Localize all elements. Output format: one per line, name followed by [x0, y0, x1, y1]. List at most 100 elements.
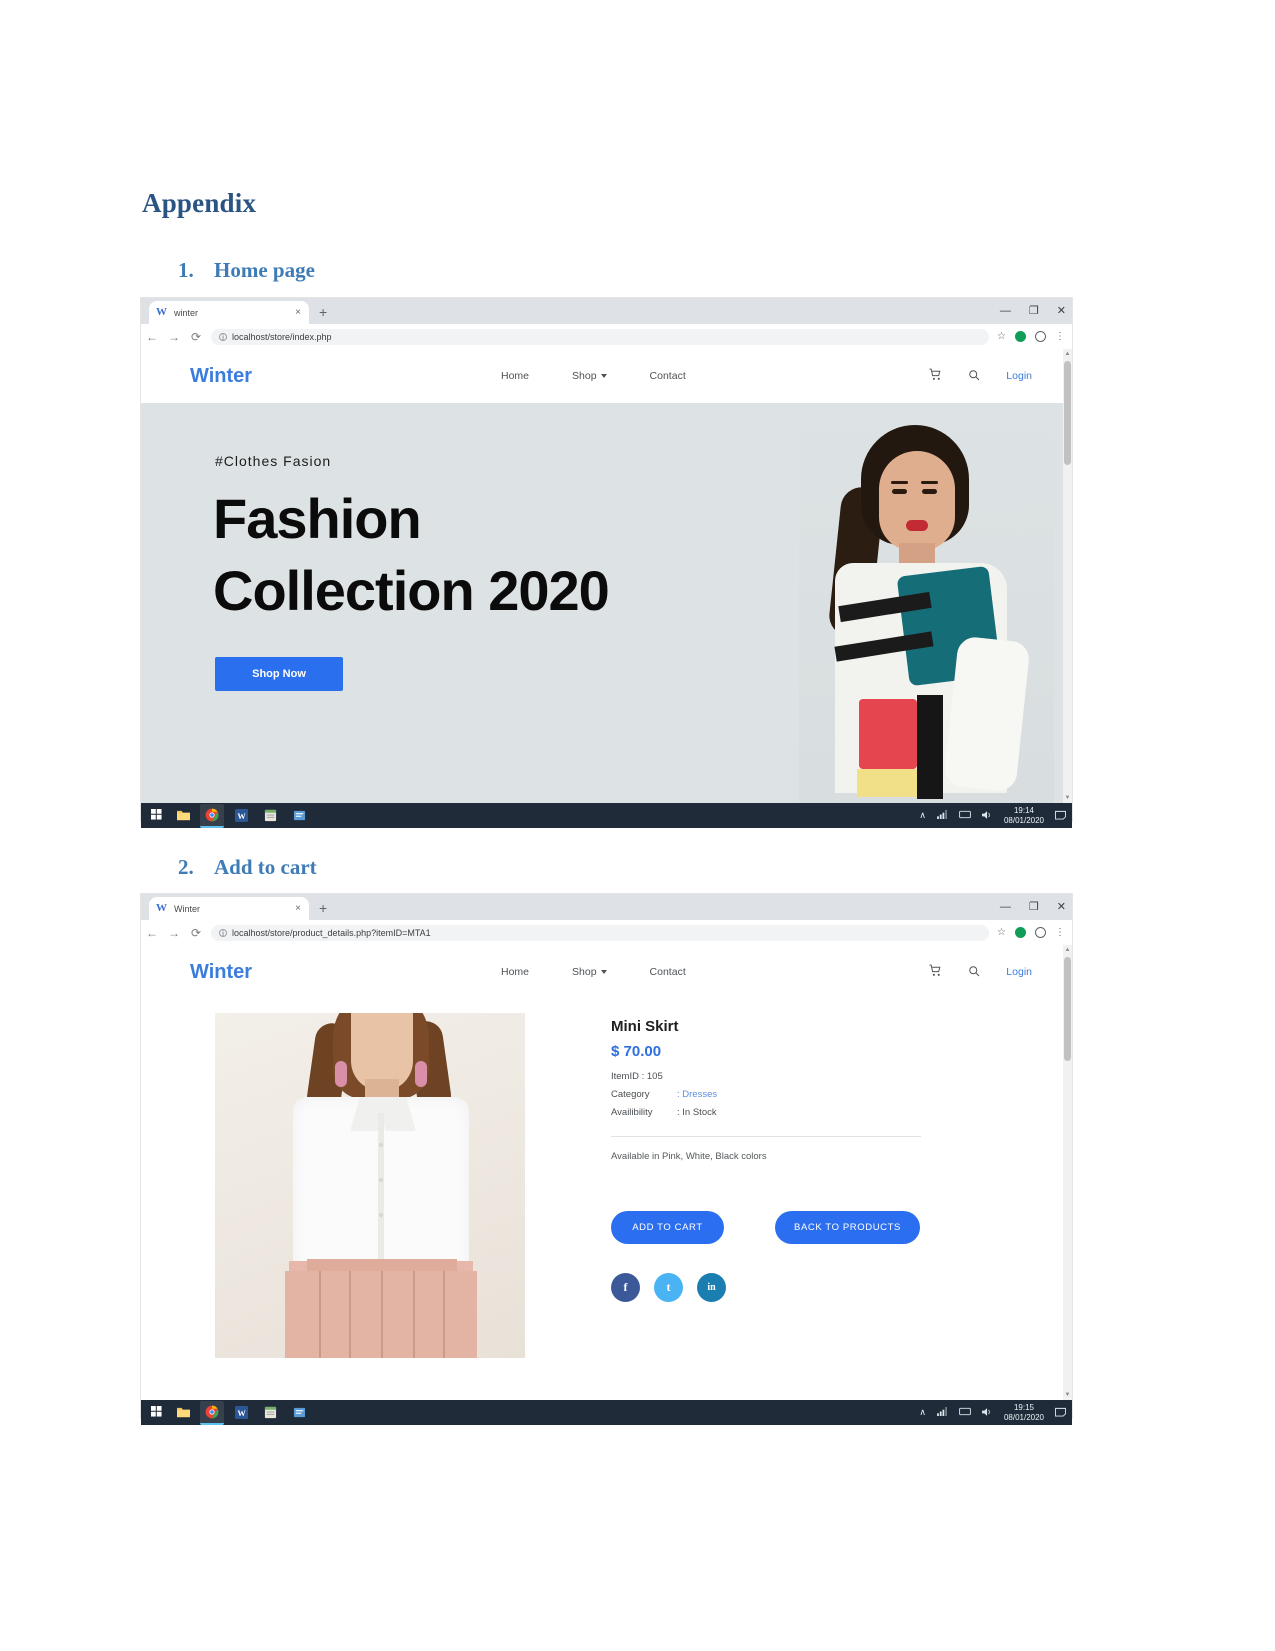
- bookmark-star-icon[interactable]: ☆: [997, 927, 1006, 938]
- w-letter-icon: W: [156, 902, 167, 914]
- scroll-down-arrow-icon[interactable]: ▼: [1064, 795, 1071, 801]
- login-link[interactable]: Login: [1006, 966, 1032, 978]
- kebab-menu-icon[interactable]: ⋮: [1055, 331, 1065, 341]
- chrome-icon[interactable]: [200, 803, 224, 828]
- nav-item-home[interactable]: Home: [501, 370, 529, 382]
- back-icon[interactable]: ←: [141, 926, 163, 940]
- app-icon[interactable]: [287, 805, 311, 827]
- product-row-category: Category: Dresses: [611, 1089, 717, 1100]
- tab-strip: W winter × + — ❐ ✕: [141, 298, 1072, 324]
- linkedin-icon[interactable]: in: [697, 1273, 726, 1302]
- scroll-up-arrow-icon[interactable]: ▲: [1064, 947, 1071, 953]
- site-logo[interactable]: Winter: [190, 365, 252, 388]
- notepad-icon[interactable]: [258, 805, 282, 827]
- app-icon[interactable]: [287, 1402, 311, 1424]
- maximize-icon[interactable]: ❐: [1029, 901, 1039, 913]
- taskbar-clock[interactable]: 19:14 08/01/2020: [1004, 806, 1044, 824]
- nav-item-contact[interactable]: Contact: [650, 370, 686, 382]
- network-icon[interactable]: [937, 1407, 948, 1418]
- speaker-icon[interactable]: [981, 810, 993, 822]
- search-icon[interactable]: [968, 369, 980, 384]
- facebook-icon[interactable]: f: [611, 1273, 640, 1302]
- back-to-products-button[interactable]: BACK TO PRODUCTS: [775, 1211, 920, 1244]
- account-icon[interactable]: [1035, 331, 1046, 342]
- cart-icon[interactable]: [929, 964, 942, 980]
- login-link[interactable]: Login: [1006, 370, 1032, 382]
- nav-label: Shop: [572, 370, 597, 382]
- cart-icon[interactable]: [929, 368, 942, 384]
- maximize-icon[interactable]: ❐: [1029, 305, 1039, 317]
- site-logo[interactable]: Winter: [190, 961, 252, 984]
- twitter-icon[interactable]: t: [654, 1273, 683, 1302]
- nav-item-shop[interactable]: Shop: [572, 370, 607, 382]
- scroll-down-arrow-icon[interactable]: ▼: [1064, 1392, 1071, 1398]
- document-page: Appendix 1. Home page 2. Add to cart W win…: [0, 0, 1275, 1651]
- site-nav-actions: Login: [929, 368, 1032, 384]
- svg-text:W: W: [237, 812, 246, 821]
- product-title: Mini Skirt: [611, 1018, 679, 1035]
- chrome-icon[interactable]: [200, 1400, 224, 1425]
- site-info-icon[interactable]: i: [219, 332, 227, 341]
- close-window-icon[interactable]: ✕: [1057, 305, 1066, 317]
- forward-icon[interactable]: →: [163, 926, 185, 940]
- new-tab-button[interactable]: +: [319, 899, 327, 917]
- vertical-scrollbar[interactable]: ▲ ▼: [1063, 349, 1072, 803]
- notification-icon[interactable]: [1055, 810, 1066, 822]
- notification-icon[interactable]: [1055, 1407, 1066, 1419]
- nav-label: Contact: [649, 370, 686, 382]
- tray-chevron-icon[interactable]: ∧: [919, 810, 926, 821]
- bookmark-star-icon[interactable]: ☆: [997, 331, 1006, 342]
- product-row-availability: Availibility: In Stock: [611, 1107, 717, 1118]
- notepad-icon[interactable]: [258, 1402, 282, 1424]
- back-icon[interactable]: ←: [141, 330, 163, 344]
- word-icon[interactable]: W: [229, 805, 253, 827]
- meta-value-link[interactable]: : Dresses: [677, 1089, 717, 1100]
- add-to-cart-button[interactable]: ADD TO CART: [611, 1211, 724, 1244]
- account-icon[interactable]: [1035, 927, 1046, 938]
- forward-icon[interactable]: →: [163, 330, 185, 344]
- network-icon[interactable]: [937, 810, 948, 821]
- keyboard-icon[interactable]: [959, 810, 971, 821]
- vertical-scrollbar[interactable]: ▲ ▼: [1063, 945, 1072, 1400]
- section-heading-add-to-cart: 2. Add to cart: [178, 855, 317, 880]
- close-icon[interactable]: ×: [293, 903, 303, 914]
- speaker-icon[interactable]: [981, 1407, 993, 1419]
- word-icon[interactable]: W: [229, 1402, 253, 1424]
- scroll-up-arrow-icon[interactable]: ▲: [1064, 351, 1071, 357]
- nav-item-home[interactable]: Home: [501, 966, 529, 978]
- system-tray: ∧ 19:15 08/01/2020: [919, 1403, 1066, 1422]
- scrollbar-thumb[interactable]: [1064, 361, 1071, 465]
- clock-date: 08/01/2020: [1003, 815, 1044, 825]
- close-icon[interactable]: ×: [293, 307, 303, 318]
- search-icon[interactable]: [968, 965, 980, 980]
- product-item-id: ItemID : 105: [611, 1071, 663, 1082]
- minimize-icon[interactable]: —: [1000, 901, 1011, 913]
- address-bar[interactable]: i localhost/store/index.php: [211, 328, 990, 345]
- tray-chevron-icon[interactable]: ∧: [919, 1407, 926, 1418]
- kebab-menu-icon[interactable]: ⋮: [1055, 927, 1065, 937]
- reload-icon[interactable]: ⟳: [185, 926, 207, 940]
- browser-toolbar: ← → ⟳ i localhost/store/product_details.…: [141, 920, 1072, 945]
- toolbar-actions: ☆ ⋮: [997, 331, 1072, 342]
- nav-item-shop[interactable]: Shop: [572, 966, 607, 978]
- file-explorer-icon[interactable]: [171, 1402, 195, 1424]
- browser-tab-winter[interactable]: W winter ×: [149, 301, 309, 324]
- extension-icon[interactable]: [1015, 331, 1026, 342]
- minimize-icon[interactable]: —: [1000, 305, 1011, 317]
- start-button-icon[interactable]: [141, 808, 171, 823]
- reload-icon[interactable]: ⟳: [185, 330, 207, 344]
- scrollbar-thumb[interactable]: [1064, 957, 1071, 1061]
- site-info-icon[interactable]: i: [219, 928, 227, 937]
- taskbar-clock[interactable]: 19:15 08/01/2020: [1004, 1403, 1044, 1421]
- address-bar[interactable]: i localhost/store/product_details.php?it…: [211, 924, 990, 941]
- browser-tab-winter[interactable]: W Winter ×: [149, 897, 309, 920]
- new-tab-button[interactable]: +: [319, 303, 327, 321]
- shop-now-button[interactable]: Shop Now: [215, 657, 343, 691]
- file-explorer-icon[interactable]: [171, 805, 195, 827]
- chevron-down-icon: [600, 970, 607, 975]
- close-window-icon[interactable]: ✕: [1057, 901, 1066, 913]
- extension-icon[interactable]: [1015, 927, 1026, 938]
- nav-item-contact[interactable]: Contact: [650, 966, 686, 978]
- start-button-icon[interactable]: [141, 1405, 171, 1420]
- keyboard-icon[interactable]: [959, 1407, 971, 1418]
